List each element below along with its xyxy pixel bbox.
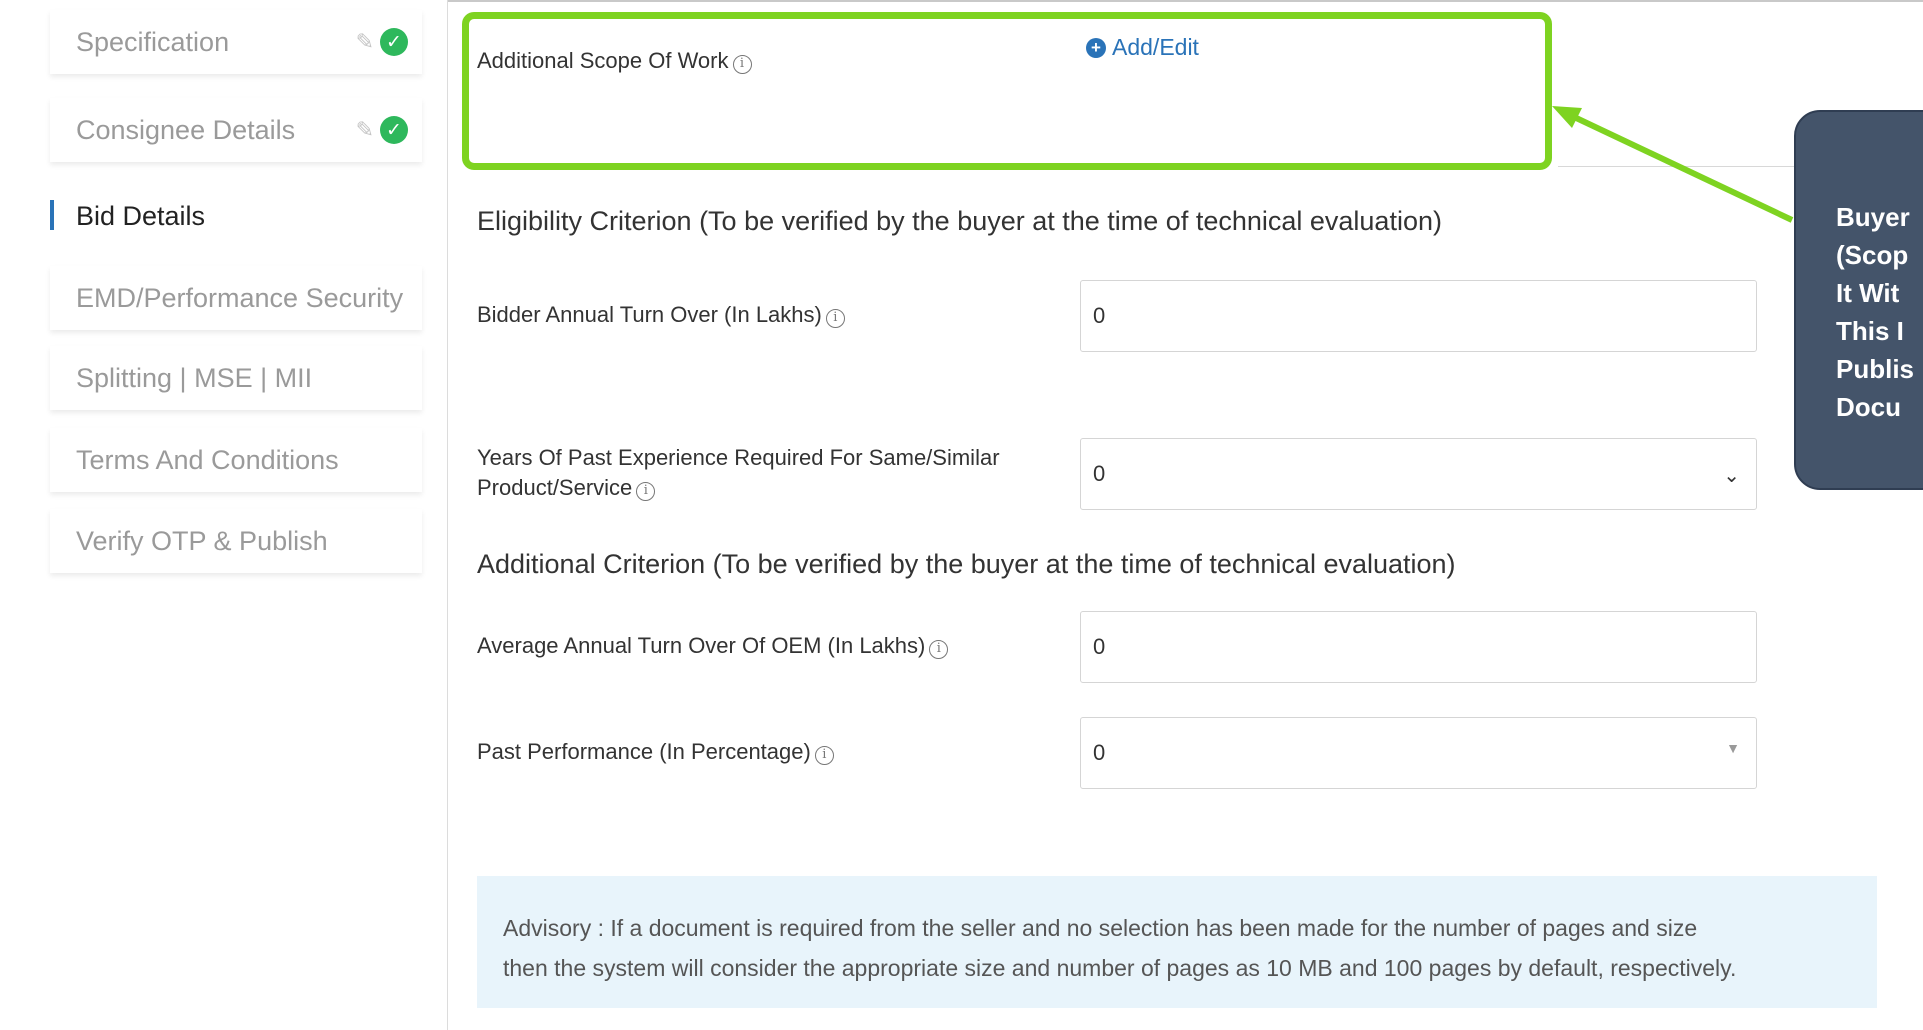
arrow-head xyxy=(1552,106,1582,128)
arrow-line xyxy=(1570,113,1794,223)
callout-arrow xyxy=(1552,106,1794,223)
